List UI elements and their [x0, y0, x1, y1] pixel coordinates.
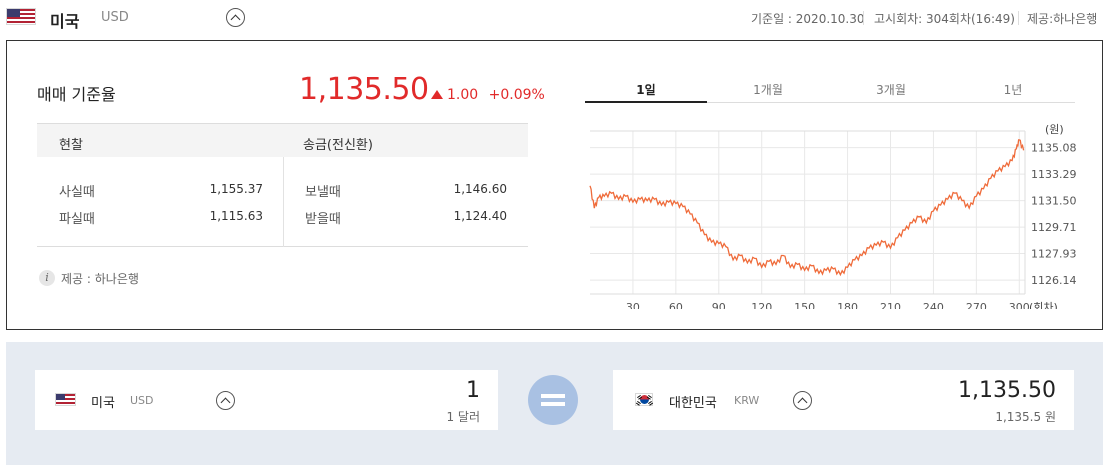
y-tick-label: 1135.08 [1031, 142, 1077, 155]
to-code: KRW [734, 394, 760, 407]
sell-label: 파실때 [59, 212, 95, 227]
rate-change-percent: +0.09% [488, 87, 545, 103]
from-currency-chevron-icon[interactable] [216, 391, 235, 410]
to-currency-box[interactable]: 대한민국 KRW 1,135.50 1,135.5 원 [613, 370, 1074, 430]
period-tabs: 1일 1개월 3개월 1년 [585, 77, 1075, 103]
x-tick-label: 30 [626, 301, 640, 309]
notice-round: 고시회차: 304회차(16:49) [874, 12, 1015, 26]
sell-value: 1,115.63 [209, 209, 263, 223]
rate-change-amount: 1.00 [447, 87, 479, 103]
y-tick-label: 1131.50 [1031, 195, 1077, 208]
send-label: 보낼때 [305, 185, 341, 200]
country-name: 미국 [50, 12, 80, 31]
kr-flag-icon [635, 393, 653, 406]
from-country: 미국 [91, 396, 115, 411]
x-axis-label: (회차) [1029, 301, 1058, 309]
tab-1-year[interactable]: 1년 [952, 81, 1074, 98]
buy-value: 1,155.37 [209, 182, 263, 196]
rate-panel: 매매 기준율 1,135.50 1.00 +0.09% 현찰 송금(전신환) 사… [6, 40, 1103, 330]
x-tick-label: 150 [794, 301, 815, 309]
us-flag-icon [55, 393, 76, 406]
top-bar: 미국 USD 기준일 : 2020.10.30 고시회차: 304회차(16:4… [0, 0, 1109, 38]
from-amount-words: 1 달러 [446, 410, 480, 424]
country-toggle-chevron-icon[interactable] [226, 8, 245, 27]
active-tab-indicator [585, 101, 707, 103]
x-tick-label: 60 [669, 301, 683, 309]
to-currency-chevron-icon[interactable] [793, 391, 812, 410]
to-amount-words: 1,135.5 원 [995, 410, 1056, 424]
y-tick-label: 1126.14 [1031, 274, 1077, 287]
tab-3-months[interactable]: 3개월 [830, 81, 952, 98]
buy-label: 사실때 [59, 185, 95, 200]
receive-value: 1,124.40 [453, 209, 507, 223]
tab-1-month[interactable]: 1개월 [707, 81, 829, 98]
rate-value: 1,135.50 [299, 72, 429, 107]
y-axis-label: (원) [1045, 123, 1064, 136]
x-tick-label: 210 [880, 301, 901, 309]
col-cash: 현찰 [59, 138, 83, 153]
currency-code: USD [101, 10, 129, 25]
col-remit: 송금(전신환) [303, 138, 373, 153]
rate-change: 1.00 +0.09% [431, 87, 545, 103]
from-currency-box[interactable]: 미국 USD 1 1 달러 [35, 370, 498, 430]
x-tick-label: 180 [837, 301, 858, 309]
divider [1018, 11, 1019, 25]
x-tick-label: 90 [712, 301, 726, 309]
header-provider: 제공:하나은행 [1027, 12, 1098, 26]
currency-converter: 미국 USD 1 1 달러 대한민국 KRW 1,135.50 1,135.5 … [6, 342, 1103, 465]
up-arrow-icon [431, 90, 443, 99]
provider-note: 제공 : 하나은행 [61, 272, 139, 286]
divider [283, 157, 284, 247]
from-code: USD [130, 394, 154, 407]
to-amount[interactable]: 1,135.50 [958, 378, 1056, 403]
equals-icon [528, 375, 578, 425]
divider [863, 11, 864, 25]
receive-label: 받을때 [305, 212, 341, 227]
send-value: 1,146.60 [453, 182, 507, 196]
y-tick-label: 1127.93 [1031, 248, 1077, 261]
rate-table-body: 사실때 1,155.37 파실때 1,115.63 보낼때 1,146.60 받… [37, 157, 528, 247]
rate-table-header: 현찰 송금(전신환) [37, 123, 528, 157]
x-tick-label: 120 [751, 301, 772, 309]
base-date: 기준일 : 2020.10.30 [751, 12, 865, 26]
from-amount[interactable]: 1 [466, 378, 480, 403]
tab-1-day[interactable]: 1일 [585, 81, 707, 98]
y-tick-label: 1133.29 [1031, 168, 1077, 181]
series-line [589, 139, 1025, 277]
y-tick-label: 1129.71 [1031, 221, 1077, 234]
us-flag-icon [6, 8, 36, 25]
rate-title: 매매 기준율 [37, 85, 116, 104]
x-tick-label: 240 [923, 301, 944, 309]
to-country: 대한민국 [669, 396, 717, 411]
info-icon: i [39, 270, 55, 286]
x-tick-label: 270 [966, 301, 987, 309]
rate-line-chart: 30 60 90 120 150 180 210 240 270 300 1135.08 1133.2… [589, 123, 1077, 309]
x-tick-label: 300 [1009, 301, 1030, 309]
